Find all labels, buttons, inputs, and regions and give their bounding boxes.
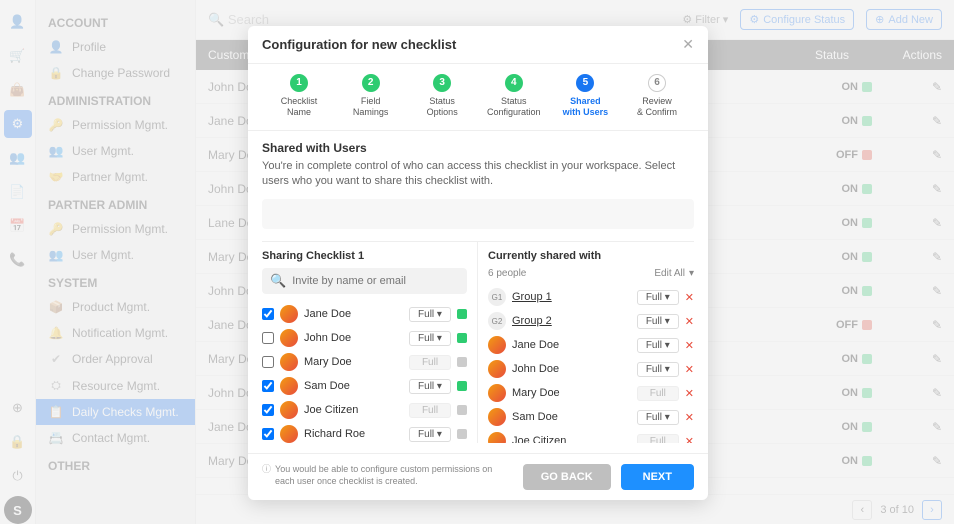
shared-title: Currently shared with [488,250,601,262]
permission-select[interactable]: Full ▾ [409,307,451,322]
share-user-row: Jane DoeFull ▾ [262,302,467,326]
user-checkbox[interactable] [262,332,274,344]
permission-select[interactable]: Full ▾ [637,314,679,329]
permission-select: Full [409,355,451,370]
avatar [280,329,298,347]
edit-all-button[interactable]: Edit All ▾ [654,268,694,279]
group-avatar: G2 [488,312,506,330]
step-5[interactable]: 5Sharedwith Users [552,74,618,118]
shared-user-row: Sam DoeFull ▾✕ [488,405,694,429]
shared-user-row: G1Group 1Full ▾✕ [488,285,694,309]
step-1[interactable]: 1ChecklistName [266,74,332,118]
share-user-row: Mary DoeFull [262,350,467,374]
status-square [457,309,467,319]
invite-input[interactable]: 🔍 [262,268,467,294]
remove-icon[interactable]: ✕ [685,387,694,400]
remove-icon[interactable]: ✕ [685,435,694,443]
modal-header: Configuration for new checklist ✕ [248,26,708,64]
search-icon: 🔍 [270,273,286,289]
shared-count: 6 people [488,268,526,279]
avatar [280,377,298,395]
modal-footer: ⓘYou would be able to configure custom p… [248,453,708,500]
shared-user-row: G2Group 2Full ▾✕ [488,309,694,333]
permission-select[interactable]: Full ▾ [637,362,679,377]
share-user-row: Sam DoeFull ▾ [262,374,467,398]
info-icon: ⓘ [262,464,271,487]
permission-select: Full [637,434,679,443]
sharing-title: Sharing Checklist 1 [262,250,467,262]
permission-select[interactable]: Full ▾ [409,379,451,394]
avatar [488,432,506,443]
user-checkbox[interactable] [262,404,274,416]
avatar [280,353,298,371]
modal: Configuration for new checklist ✕ 1Check… [248,26,708,500]
close-icon[interactable]: ✕ [682,36,694,53]
step-3[interactable]: 3StatusOptions [409,74,475,118]
share-user-row: John DoeFull ▾ [262,326,467,350]
section-desc: You're in complete control of who can ac… [262,159,694,190]
status-square [457,381,467,391]
invite-field[interactable] [292,275,459,287]
avatar [488,384,506,402]
step-2[interactable]: 2FieldNamings [338,74,404,118]
permission-select: Full [637,386,679,401]
share-user-row: Joe CitizenFull [262,398,467,422]
permission-select[interactable]: Full ▾ [409,331,451,346]
permission-select[interactable]: Full ▾ [409,427,451,442]
avatar [488,360,506,378]
shared-column: Currently shared with 6 people Edit All … [478,242,694,443]
user-checkbox[interactable] [262,356,274,368]
permission-select: Full [409,403,451,418]
footer-note: ⓘYou would be able to configure custom p… [262,464,513,487]
user-checkbox[interactable] [262,428,274,440]
shared-user-row: Mary DoeFull✕ [488,381,694,405]
avatar [280,425,298,443]
avatar [488,408,506,426]
remove-icon[interactable]: ✕ [685,363,694,376]
status-square [457,429,467,439]
shared-user-row: John DoeFull ▾✕ [488,357,694,381]
status-square [457,357,467,367]
step-6[interactable]: 6Review& Confirm [624,74,690,118]
avatar [280,305,298,323]
avatar [280,401,298,419]
avatar [488,336,506,354]
remove-icon[interactable]: ✕ [685,411,694,424]
permission-select[interactable]: Full ▾ [637,290,679,305]
wizard-steps: 1ChecklistName2FieldNamings3StatusOption… [248,64,708,131]
modal-title: Configuration for new checklist [262,37,456,52]
group-avatar: G1 [488,288,506,306]
remove-icon[interactable]: ✕ [685,291,694,304]
go-back-button[interactable]: GO BACK [523,464,611,490]
shared-user-row: Jane DoeFull ▾✕ [488,333,694,357]
section-title: Shared with Users [262,141,694,155]
permission-select[interactable]: Full ▾ [637,410,679,425]
user-checkbox[interactable] [262,380,274,392]
sharing-column: Sharing Checklist 1 🔍 Jane DoeFull ▾John… [262,242,478,443]
status-square [457,405,467,415]
remove-icon[interactable]: ✕ [685,339,694,352]
step-4[interactable]: 4StatusConfiguration [481,74,547,118]
next-button[interactable]: NEXT [621,464,694,490]
status-square [457,333,467,343]
permission-select[interactable]: Full ▾ [637,338,679,353]
redacted-area [262,199,694,229]
remove-icon[interactable]: ✕ [685,315,694,328]
user-checkbox[interactable] [262,308,274,320]
shared-user-row: Joe CitizenFull✕ [488,429,694,443]
share-user-row: Richard RoeFull ▾ [262,422,467,443]
